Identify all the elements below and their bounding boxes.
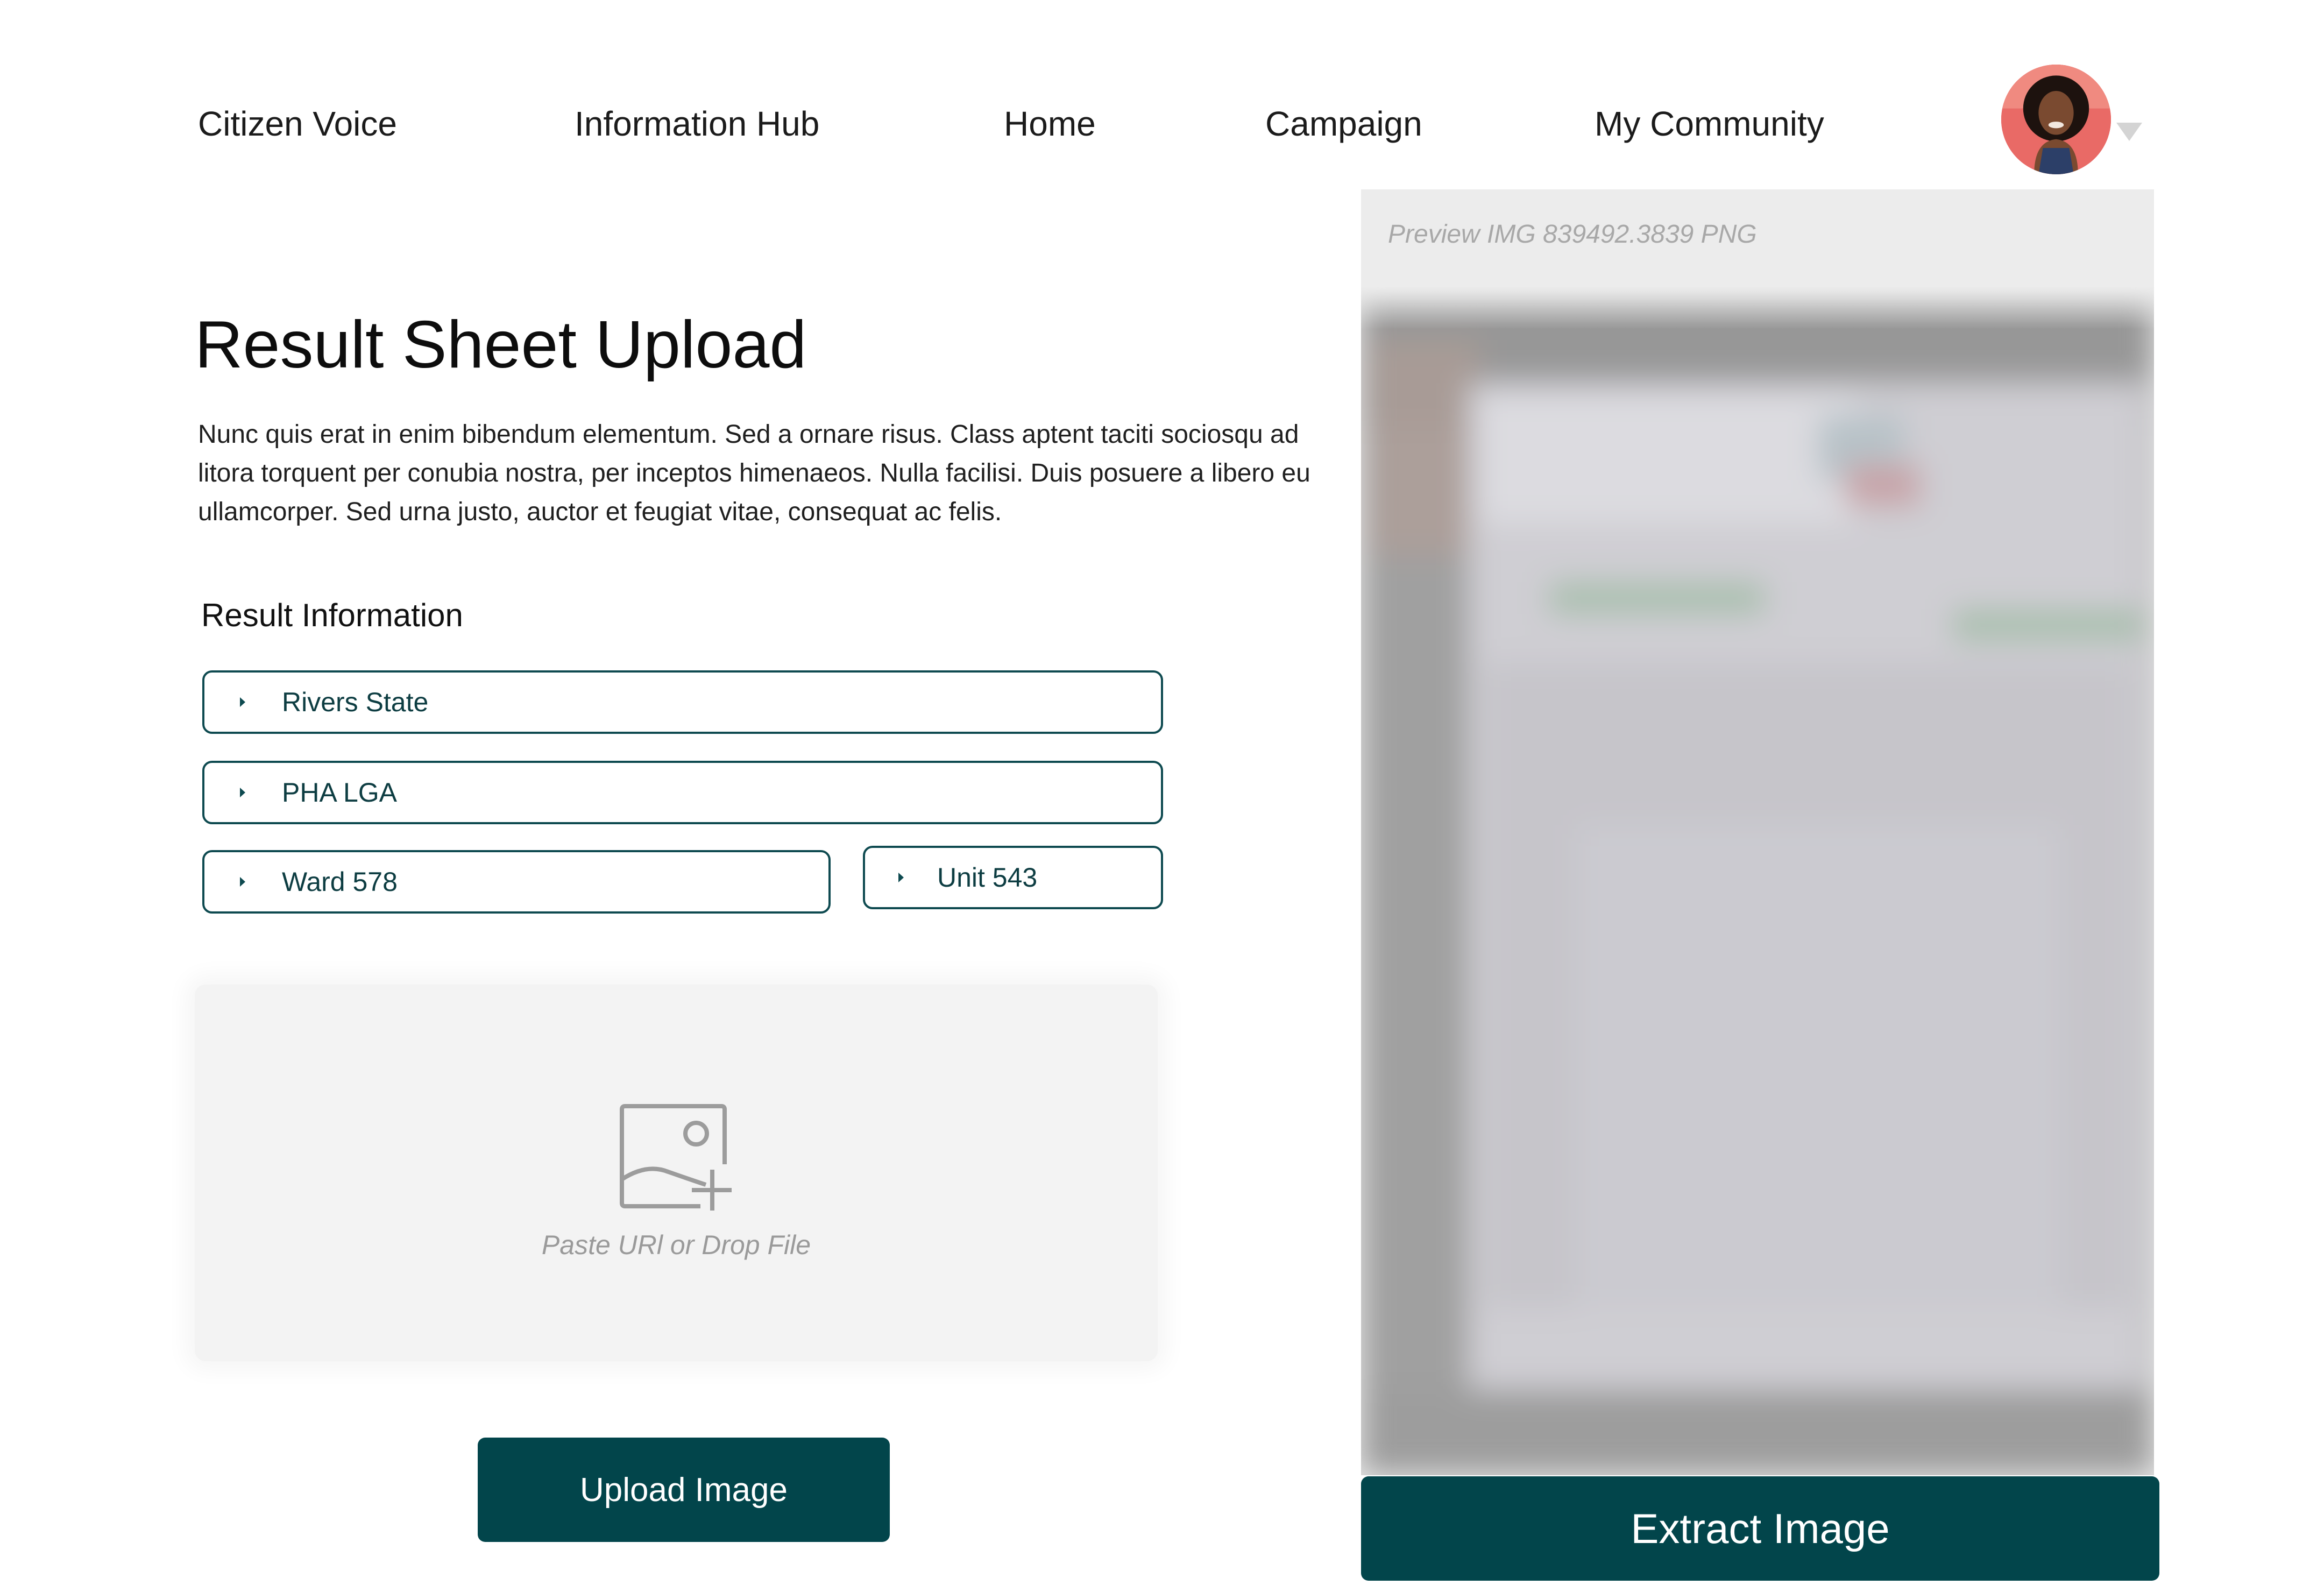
user-avatar[interactable] bbox=[2001, 65, 2111, 174]
upload-image-button[interactable]: Upload Image bbox=[478, 1438, 890, 1542]
file-drop-zone[interactable]: Paste URl or Drop File bbox=[195, 985, 1158, 1361]
chevron-right-icon bbox=[898, 873, 904, 882]
lga-select-value: PHA LGA bbox=[282, 777, 397, 808]
preview-image bbox=[1361, 286, 2154, 1475]
preview-filename: Preview IMG 839492.3839 PNG bbox=[1388, 220, 1757, 249]
image-add-icon bbox=[620, 1104, 732, 1211]
unit-select-value: Unit 543 bbox=[937, 862, 1038, 893]
page-description: Nunc quis erat in enim bibendum elementu… bbox=[198, 420, 1310, 526]
caret-down-icon[interactable] bbox=[2116, 123, 2142, 141]
ward-select-value: Ward 578 bbox=[282, 867, 398, 897]
page-title: Result Sheet Upload bbox=[195, 308, 807, 382]
ward-select[interactable]: Ward 578 bbox=[202, 850, 831, 914]
chevron-right-icon bbox=[240, 697, 245, 707]
nav-information-hub[interactable]: Information Hub bbox=[575, 102, 819, 145]
nav-home[interactable]: Home bbox=[1004, 102, 1096, 145]
extract-image-button[interactable]: Extract Image bbox=[1361, 1476, 2159, 1581]
chevron-right-icon bbox=[240, 877, 245, 887]
unit-select[interactable]: Unit 543 bbox=[863, 846, 1163, 909]
chevron-right-icon bbox=[240, 788, 245, 797]
state-select[interactable]: Rivers State bbox=[202, 670, 1163, 734]
page: Citizen Voice Information Hub Home Campa… bbox=[0, 0, 2324, 1585]
drop-zone-hint: Paste URl or Drop File bbox=[541, 1230, 811, 1260]
section-label-result-information: Result Information bbox=[201, 597, 463, 633]
state-select-value: Rivers State bbox=[282, 687, 429, 717]
nav-campaign[interactable]: Campaign bbox=[1265, 102, 1422, 145]
image-preview-panel: Preview IMG 839492.3839 PNG bbox=[1361, 189, 2154, 1475]
avatar-image bbox=[2001, 65, 2111, 174]
nav-my-community[interactable]: My Community bbox=[1595, 102, 1824, 145]
nav-citizen-voice[interactable]: Citizen Voice bbox=[198, 102, 397, 145]
lga-select[interactable]: PHA LGA bbox=[202, 761, 1163, 824]
